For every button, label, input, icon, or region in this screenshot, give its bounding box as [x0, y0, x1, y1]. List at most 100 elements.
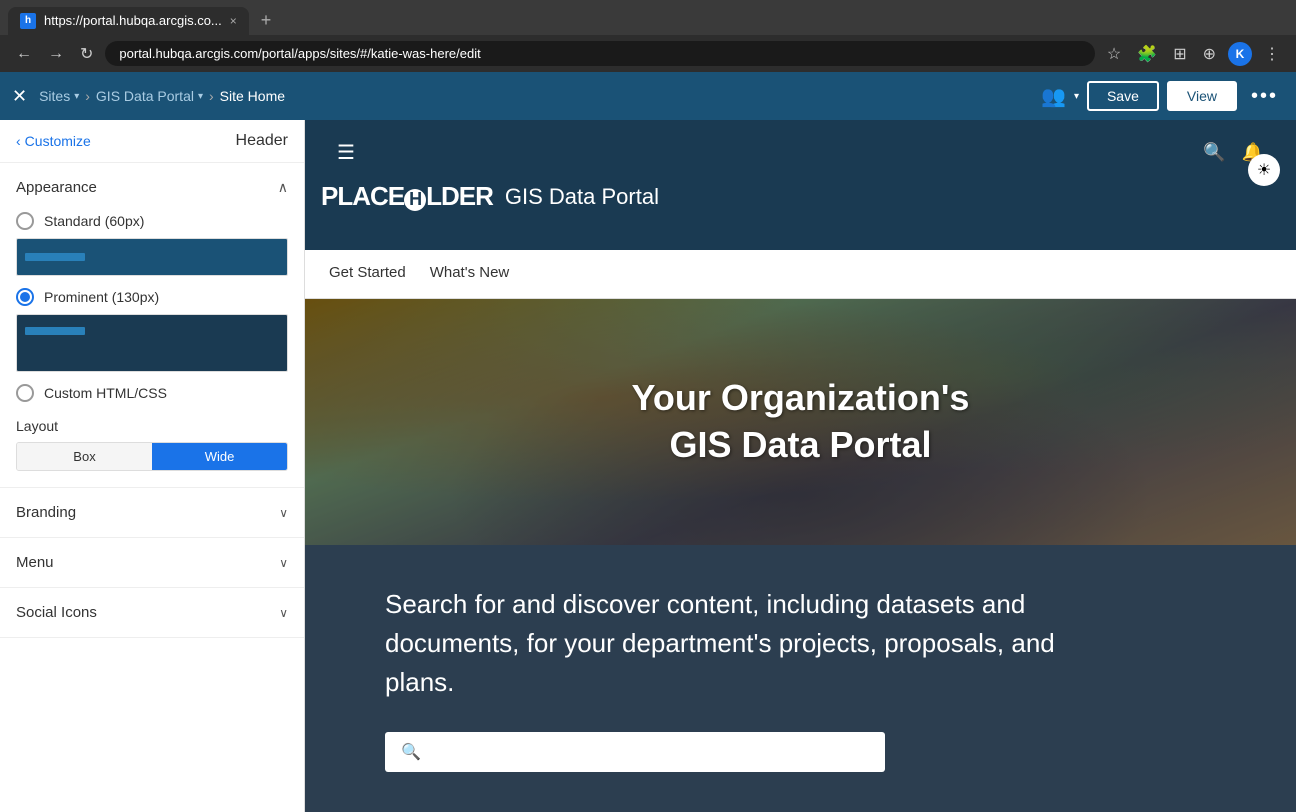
extension-icon[interactable]: 🧩: [1133, 42, 1161, 66]
cast-icon[interactable]: ⊞: [1169, 42, 1190, 66]
back-chevron-icon: ‹: [16, 133, 21, 149]
main-layout: ‹ Customize Header Appearance ∧ Standard…: [0, 120, 1296, 812]
custom-html-radio[interactable]: [16, 384, 34, 402]
hero-title-line2: GIS Data Portal: [305, 422, 1296, 469]
logo-zero: H: [404, 189, 426, 211]
gis-portal-dropdown-icon: ▾: [198, 91, 203, 102]
left-panel: ‹ Customize Header Appearance ∧ Standard…: [0, 120, 305, 812]
profile-avatar[interactable]: K: [1228, 42, 1252, 66]
sites-link[interactable]: Sites ▾: [39, 88, 79, 104]
menu-section[interactable]: Menu ∨: [0, 538, 304, 588]
tab-favicon: h: [20, 13, 36, 29]
site-top-bar: ☰ 🔍 🔔: [321, 132, 1280, 173]
standard-preview: [16, 238, 288, 276]
menu-icon[interactable]: ⋮: [1260, 42, 1284, 66]
layout-wide-option[interactable]: Wide: [152, 443, 287, 470]
layout-box-option[interactable]: Box: [17, 443, 152, 470]
prominent-preview-indicator: [25, 327, 85, 335]
site-home-label: Site Home: [220, 88, 285, 104]
appearance-section-header[interactable]: Appearance ∧: [0, 163, 304, 212]
dark-section-text: Search for and discover content, includi…: [385, 585, 1085, 702]
sites-dropdown-icon: ▾: [74, 91, 79, 102]
address-bar: ← → ↻ ☆ 🧩 ⊞ ⊕ K ⋮: [0, 35, 1296, 72]
browser-tab[interactable]: h https://portal.hubqa.arcgis.co... ×: [8, 7, 249, 35]
branding-title: Branding: [16, 504, 76, 521]
search-icon[interactable]: 🔍: [1203, 142, 1225, 163]
layout-toggle: Box Wide: [16, 442, 288, 471]
breadcrumb-separator-2: ›: [209, 88, 214, 104]
header-actions: 👥 ▾ Save View •••: [1041, 81, 1284, 111]
browser-actions: ☆ 🧩 ⊞ ⊕ K ⋮: [1103, 42, 1284, 66]
nav-whats-new[interactable]: What's New: [430, 250, 510, 298]
dark-info-section: Search for and discover content, includi…: [305, 545, 1296, 812]
more-options-button[interactable]: •••: [1245, 83, 1284, 110]
layout-area: Layout Box Wide: [16, 418, 288, 471]
panel-header: ‹ Customize Header: [0, 120, 304, 163]
view-button[interactable]: View: [1167, 81, 1237, 111]
back-label: Customize: [25, 133, 91, 149]
bookmark-icon[interactable]: ☆: [1103, 42, 1125, 66]
address-input[interactable]: [105, 41, 1095, 66]
standard-preview-indicator: [25, 253, 85, 261]
standard-label: Standard (60px): [44, 213, 144, 229]
custom-html-option[interactable]: Custom HTML/CSS: [16, 384, 288, 402]
appearance-title: Appearance: [16, 179, 97, 196]
standard-radio[interactable]: [16, 212, 34, 230]
forward-button[interactable]: →: [44, 43, 68, 65]
nav-get-started[interactable]: Get Started: [329, 250, 406, 298]
site-name: GIS Data Portal: [505, 184, 659, 210]
prominent-radio[interactable]: [16, 288, 34, 306]
appearance-content: Standard (60px) Prominent (130px): [0, 212, 304, 487]
breadcrumb: Sites ▾ › GIS Data Portal ▾ › Site Home: [39, 88, 285, 104]
prominent-option[interactable]: Prominent (130px): [16, 288, 288, 306]
app-header: ✕ Sites ▾ › GIS Data Portal ▾ › Site Hom…: [0, 72, 1296, 120]
site-nav: Get Started What's New: [305, 250, 1296, 299]
panel-title: Header: [236, 132, 288, 150]
new-tab-button[interactable]: +: [253, 6, 280, 35]
hero-section: Your Organization's GIS Data Portal: [305, 299, 1296, 545]
sites-label: Sites: [39, 88, 70, 104]
social-icons-section[interactable]: Social Icons ∨: [0, 588, 304, 638]
hero-title-line1: Your Organization's: [305, 375, 1296, 422]
custom-html-label: Custom HTML/CSS: [44, 385, 167, 401]
refresh-button[interactable]: ↻: [76, 42, 97, 66]
back-to-customize[interactable]: ‹ Customize: [16, 133, 91, 149]
zoom-icon[interactable]: ⊕: [1199, 42, 1220, 66]
appearance-collapse-icon: ∧: [278, 179, 288, 196]
appearance-section: Appearance ∧ Standard (60px) Promine: [0, 163, 304, 488]
search-bar: 🔍: [385, 732, 885, 772]
layout-label: Layout: [16, 418, 288, 434]
search-bar-icon: 🔍: [401, 742, 421, 762]
social-icons-title: Social Icons: [16, 604, 97, 621]
branding-section[interactable]: Branding ∨: [0, 488, 304, 538]
prominent-preview: [16, 314, 288, 372]
site-logo: PLACEHLDER: [321, 181, 493, 212]
users-icon[interactable]: 👥: [1041, 84, 1066, 109]
standard-option[interactable]: Standard (60px): [16, 212, 288, 230]
site-preview: ☰ 🔍 🔔 PLACEHLDER GIS Data Portal ☀ Get S…: [305, 120, 1296, 812]
menu-chevron-icon: ∨: [279, 556, 288, 570]
social-icons-chevron-icon: ∨: [279, 606, 288, 620]
theme-toggle-button[interactable]: ☀: [1248, 154, 1280, 186]
tab-close-button[interactable]: ×: [230, 14, 237, 28]
hero-text: Your Organization's GIS Data Portal: [305, 375, 1296, 469]
save-button[interactable]: Save: [1087, 81, 1159, 111]
browser-chrome: h https://portal.hubqa.arcgis.co... × + …: [0, 0, 1296, 72]
branding-chevron-icon: ∨: [279, 506, 288, 520]
standard-preview-bar: [17, 239, 287, 275]
gis-portal-label: GIS Data Portal: [96, 88, 194, 104]
gis-portal-link[interactable]: GIS Data Portal ▾: [96, 88, 203, 104]
breadcrumb-separator-1: ›: [85, 88, 90, 104]
site-header: ☰ 🔍 🔔 PLACEHLDER GIS Data Portal ☀: [305, 120, 1296, 250]
search-input[interactable]: [429, 744, 869, 760]
close-icon[interactable]: ✕: [12, 86, 27, 107]
site-logo-area: PLACEHLDER GIS Data Portal: [321, 173, 1280, 228]
back-button[interactable]: ←: [12, 43, 36, 65]
prominent-label: Prominent (130px): [44, 289, 159, 305]
tab-title: https://portal.hubqa.arcgis.co...: [44, 13, 222, 28]
users-dropdown-icon[interactable]: ▾: [1074, 91, 1079, 102]
tab-bar: h https://portal.hubqa.arcgis.co... × +: [0, 0, 1296, 35]
menu-title: Menu: [16, 554, 54, 571]
prominent-preview-bar: [17, 315, 287, 371]
hamburger-icon[interactable]: ☰: [337, 140, 355, 165]
